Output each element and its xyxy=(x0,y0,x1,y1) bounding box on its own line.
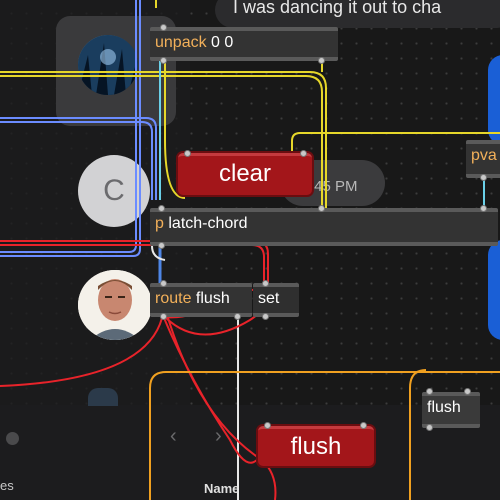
outlet[interactable] xyxy=(426,424,433,431)
object-classname: pva xyxy=(471,147,497,164)
outlet[interactable] xyxy=(262,313,269,320)
unpack-object[interactable]: unpack 0 0 xyxy=(150,27,338,61)
subpatch-name: latch-chord xyxy=(168,215,248,232)
latch-chord-subpatch[interactable]: p latch-chord xyxy=(150,208,498,246)
outlet[interactable] xyxy=(318,57,325,64)
inlet[interactable] xyxy=(360,422,367,429)
inlet[interactable] xyxy=(318,205,325,212)
inlet[interactable] xyxy=(264,422,271,429)
flush-message-button[interactable]: flush xyxy=(258,426,374,466)
set-message-box[interactable]: set xyxy=(253,283,299,317)
inlet[interactable] xyxy=(300,150,307,157)
route-flush-object[interactable]: route flush xyxy=(150,283,252,317)
object-args: flush xyxy=(195,290,230,307)
object-classname: unpack xyxy=(155,34,207,51)
inlet[interactable] xyxy=(160,280,167,287)
object-args: 0 0 xyxy=(211,34,234,51)
outlet[interactable] xyxy=(158,242,165,249)
flush-message-box[interactable]: flush xyxy=(422,392,480,428)
inlet[interactable] xyxy=(160,24,167,31)
inlet[interactable] xyxy=(480,205,487,212)
outlet[interactable] xyxy=(234,313,241,320)
inlet[interactable] xyxy=(464,388,471,395)
inlet[interactable] xyxy=(426,388,433,395)
inlet[interactable] xyxy=(262,280,269,287)
object-prefix: p xyxy=(155,215,164,232)
pvar-object[interactable]: pva xyxy=(466,140,500,178)
outlet[interactable] xyxy=(480,174,487,181)
outlet[interactable] xyxy=(160,313,167,320)
clear-message-button[interactable]: clear xyxy=(178,153,312,195)
object-classname: route xyxy=(155,290,192,307)
inlet[interactable] xyxy=(184,150,191,157)
inlet[interactable] xyxy=(158,205,165,212)
outlet[interactable] xyxy=(160,57,167,64)
